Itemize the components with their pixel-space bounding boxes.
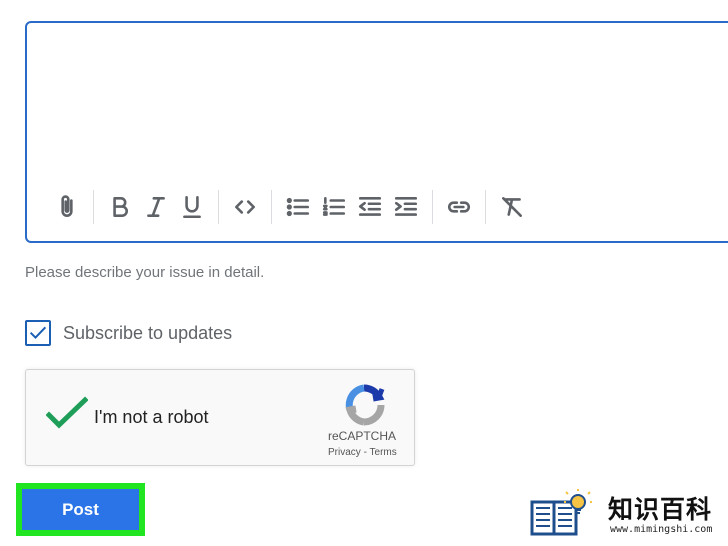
subscribe-label: Subscribe to updates bbox=[63, 322, 233, 343]
recaptcha-logo-icon bbox=[345, 384, 385, 426]
bold-button[interactable] bbox=[102, 189, 138, 225]
checkmark-icon bbox=[29, 326, 47, 340]
toolbar-divider bbox=[485, 190, 486, 224]
bulleted-list-button[interactable] bbox=[280, 189, 316, 225]
decrease-indent-icon bbox=[358, 197, 382, 216]
issue-editor bbox=[25, 21, 728, 243]
clear-formatting-icon bbox=[502, 197, 522, 217]
underline-button[interactable] bbox=[174, 189, 210, 225]
decrease-indent-button[interactable] bbox=[352, 189, 388, 225]
privacy-link[interactable]: Privacy bbox=[328, 447, 361, 458]
recaptcha-brand: reCAPTCHA bbox=[328, 429, 397, 443]
increase-indent-icon bbox=[394, 197, 418, 216]
code-icon bbox=[235, 200, 255, 214]
attach-button[interactable] bbox=[49, 189, 85, 225]
italic-button[interactable] bbox=[138, 189, 174, 225]
link-separator: - bbox=[360, 447, 370, 458]
recaptcha-widget: I'm not a robot reCAPTCHA Privacy - Term… bbox=[25, 369, 415, 466]
clear-formatting-button[interactable] bbox=[494, 189, 530, 225]
subscribe-checkbox[interactable] bbox=[25, 320, 51, 346]
underline-icon bbox=[183, 195, 201, 219]
recaptcha-checkmark-icon[interactable] bbox=[46, 396, 88, 432]
watermark: 知识百科 www.mimingshi.com bbox=[528, 488, 724, 540]
book-lightbulb-logo-icon bbox=[530, 489, 592, 536]
link-icon bbox=[447, 201, 471, 213]
code-button[interactable] bbox=[227, 189, 263, 225]
watermark-title: 知识百科 bbox=[608, 495, 713, 524]
attach-icon bbox=[61, 195, 73, 217]
issue-text-area[interactable] bbox=[27, 23, 728, 183]
recaptcha-links: Privacy - Terms bbox=[328, 447, 397, 458]
helper-text: Please describe your issue in detail. bbox=[25, 264, 265, 281]
toolbar-divider bbox=[271, 190, 272, 224]
watermark-url: www.mimingshi.com bbox=[610, 524, 713, 535]
toolbar-divider bbox=[218, 190, 219, 224]
formatting-toolbar bbox=[49, 187, 530, 227]
terms-link[interactable]: Terms bbox=[370, 447, 397, 458]
post-button[interactable]: Post bbox=[22, 489, 139, 530]
toolbar-divider bbox=[93, 190, 94, 224]
italic-icon bbox=[147, 197, 165, 217]
toolbar-divider bbox=[432, 190, 433, 224]
numbered-list-icon bbox=[322, 197, 346, 216]
increase-indent-button[interactable] bbox=[388, 189, 424, 225]
bulleted-list-icon bbox=[286, 197, 310, 217]
link-button[interactable] bbox=[441, 189, 477, 225]
bold-icon bbox=[113, 197, 128, 217]
post-button-highlight: Post bbox=[16, 483, 145, 536]
numbered-list-button[interactable] bbox=[316, 189, 352, 225]
recaptcha-label: I'm not a robot bbox=[94, 407, 209, 427]
subscribe-checkbox-row[interactable]: Subscribe to updates bbox=[25, 320, 232, 346]
